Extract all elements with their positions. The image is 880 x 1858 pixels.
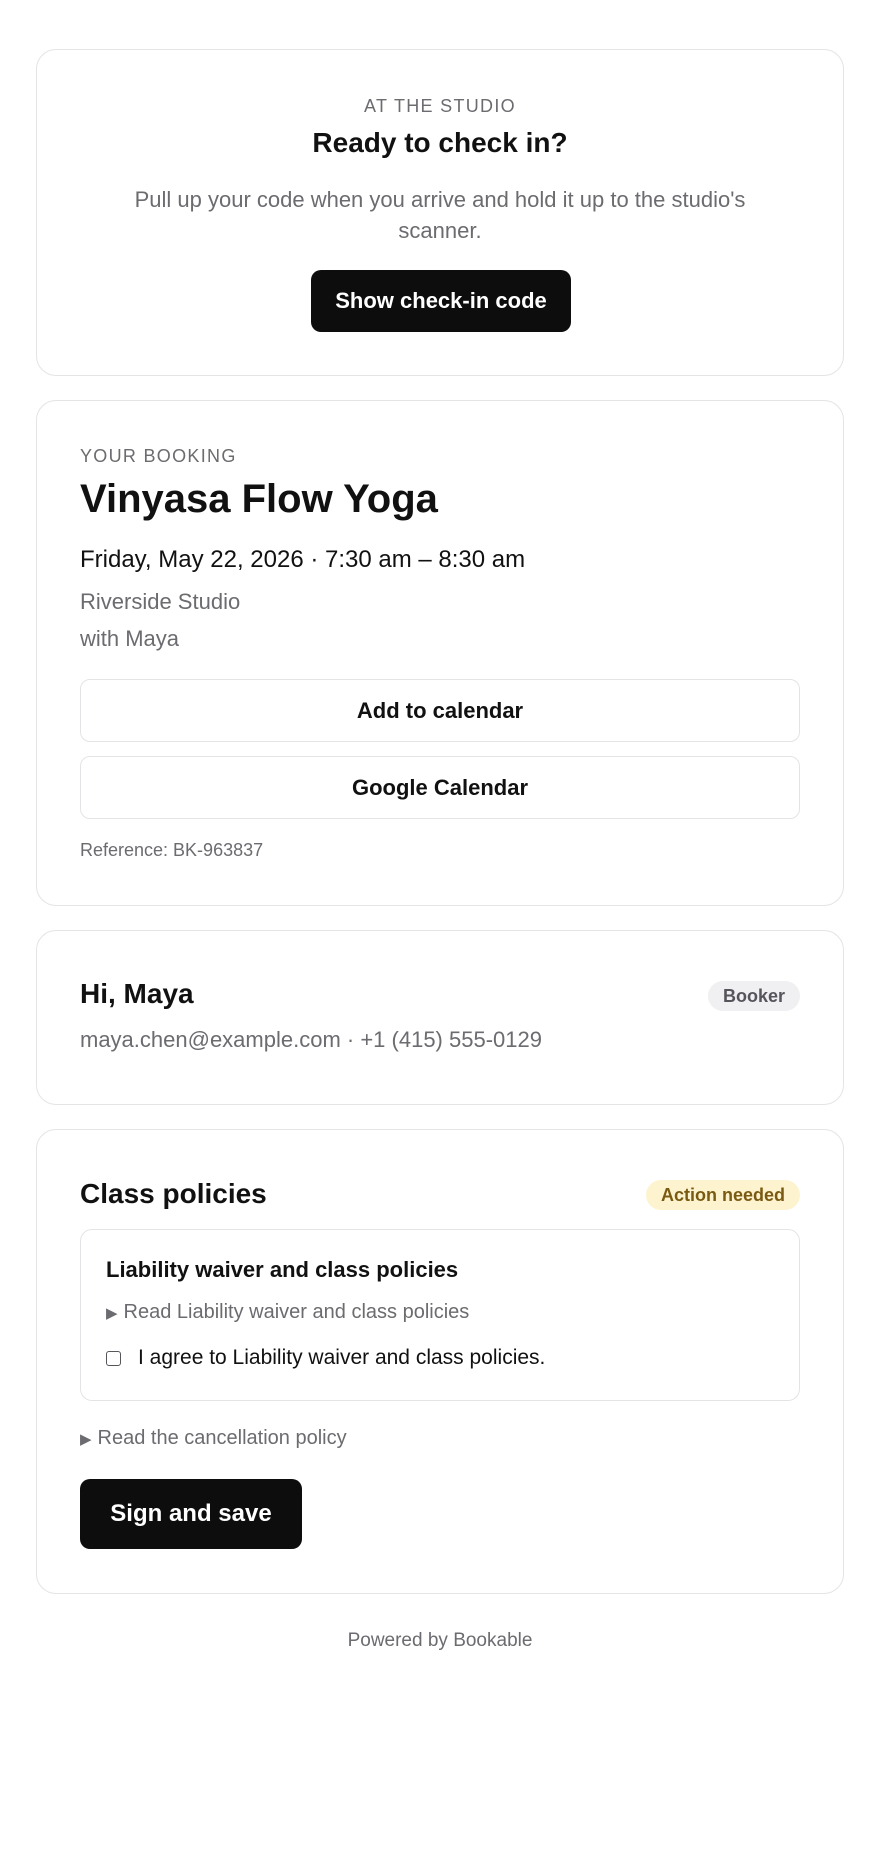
cancellation-link: Read the cancellation policy	[97, 1427, 347, 1449]
booking-page: AT THE STUDIO Ready to check in? Pull up…	[0, 0, 880, 1858]
booking-reference: Reference: BK-963837	[80, 840, 264, 860]
waiver-read-link: Read Liability waiver and class policies	[123, 1301, 470, 1323]
sign-and-save-button[interactable]: Sign and save	[80, 1479, 302, 1549]
class-location: Riverside Studio	[80, 589, 241, 614]
agree-label: I agree to Liability waiver and class po…	[138, 1346, 546, 1369]
checkin-description: Pull up your code when you arrive and ho…	[134, 187, 746, 243]
waiver-disclosure[interactable]: ▶ Read Liability waiver and class polici…	[106, 1301, 469, 1324]
show-checkin-code-button[interactable]: Show check-in code	[311, 270, 571, 332]
disclosure-triangle-icon: ▶	[106, 1304, 118, 1322]
policies-title: Class policies	[80, 1178, 267, 1209]
action-needed-badge: Action needed	[645, 1180, 800, 1210]
cancellation-disclosure[interactable]: ▶ Read the cancellation policy	[80, 1427, 347, 1450]
booking-card: YOUR BOOKING Vinyasa Flow Yoga Friday, M…	[36, 400, 844, 906]
contact-details: maya.chen@example.com · +1 (415) 555-012…	[80, 1027, 542, 1052]
add-to-calendar-button[interactable]: Add to calendar	[80, 679, 800, 742]
policies-card: Class policies Action needed Liability w…	[36, 1129, 844, 1594]
class-instructor: with Maya	[80, 626, 180, 651]
agree-checkbox-row[interactable]: I agree to Liability waiver and class po…	[106, 1346, 545, 1370]
agree-checkbox[interactable]	[106, 1350, 121, 1366]
contact-card: Hi, Maya Booker maya.chen@example.com · …	[36, 930, 844, 1105]
waiver-title: Liability waiver and class policies	[106, 1257, 459, 1282]
booking-eyebrow: YOUR BOOKING	[80, 446, 237, 466]
greeting: Hi, Maya	[80, 978, 194, 1009]
class-title: Vinyasa Flow Yoga	[80, 477, 438, 521]
class-datetime: Friday, May 22, 2026 · 7:30 am – 8:30 am	[80, 546, 526, 573]
checkin-title: Ready to check in?	[312, 127, 568, 158]
footer-powered-by: Powered by Bookable	[347, 1630, 533, 1651]
checkin-eyebrow: AT THE STUDIO	[364, 96, 516, 116]
disclosure-triangle-icon: ▶	[80, 1430, 92, 1448]
role-badge: Booker	[707, 981, 800, 1011]
checkin-card: AT THE STUDIO Ready to check in? Pull up…	[36, 49, 844, 376]
google-calendar-button[interactable]: Google Calendar	[80, 756, 800, 819]
waiver-box: Liability waiver and class policies ▶ Re…	[80, 1229, 800, 1401]
